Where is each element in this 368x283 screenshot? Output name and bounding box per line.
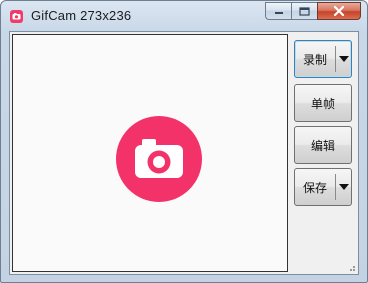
close-button[interactable] xyxy=(317,2,361,20)
dropdown-arrow-icon xyxy=(338,183,349,190)
maximize-icon xyxy=(299,6,310,16)
save-button[interactable]: 保存 xyxy=(294,168,352,206)
maximize-button[interactable] xyxy=(291,2,317,20)
app-camera-icon xyxy=(10,10,23,23)
save-label: 保存 xyxy=(302,180,327,195)
window-title: GifCam 273x236 xyxy=(31,8,132,23)
caption-buttons xyxy=(265,2,361,21)
record-label: 录制 xyxy=(302,52,327,67)
record-button[interactable]: 录制 xyxy=(294,40,352,78)
camera-icon xyxy=(116,116,202,202)
close-icon xyxy=(333,6,345,16)
frame-button[interactable]: 单帧 xyxy=(294,84,352,122)
client-area: 录制 单帧 编辑 保存 xyxy=(9,31,359,275)
title-bar[interactable]: GifCam 273x236 xyxy=(1,1,367,31)
minimize-button[interactable] xyxy=(265,2,291,20)
dropdown-arrow-icon xyxy=(338,55,349,62)
edit-label: 编辑 xyxy=(310,138,335,153)
record-dropdown[interactable] xyxy=(336,55,351,63)
button-panel: 录制 单帧 编辑 保存 xyxy=(292,32,358,274)
gifcam-window: GifCam 273x236 录制 单帧 编辑 保存 xyxy=(0,0,368,283)
resize-grip-icon[interactable] xyxy=(346,262,356,272)
save-dropdown[interactable] xyxy=(336,183,351,191)
capture-area[interactable] xyxy=(12,34,288,272)
minimize-icon xyxy=(274,12,283,14)
frame-label: 单帧 xyxy=(310,96,335,111)
edit-button[interactable]: 编辑 xyxy=(294,126,352,164)
